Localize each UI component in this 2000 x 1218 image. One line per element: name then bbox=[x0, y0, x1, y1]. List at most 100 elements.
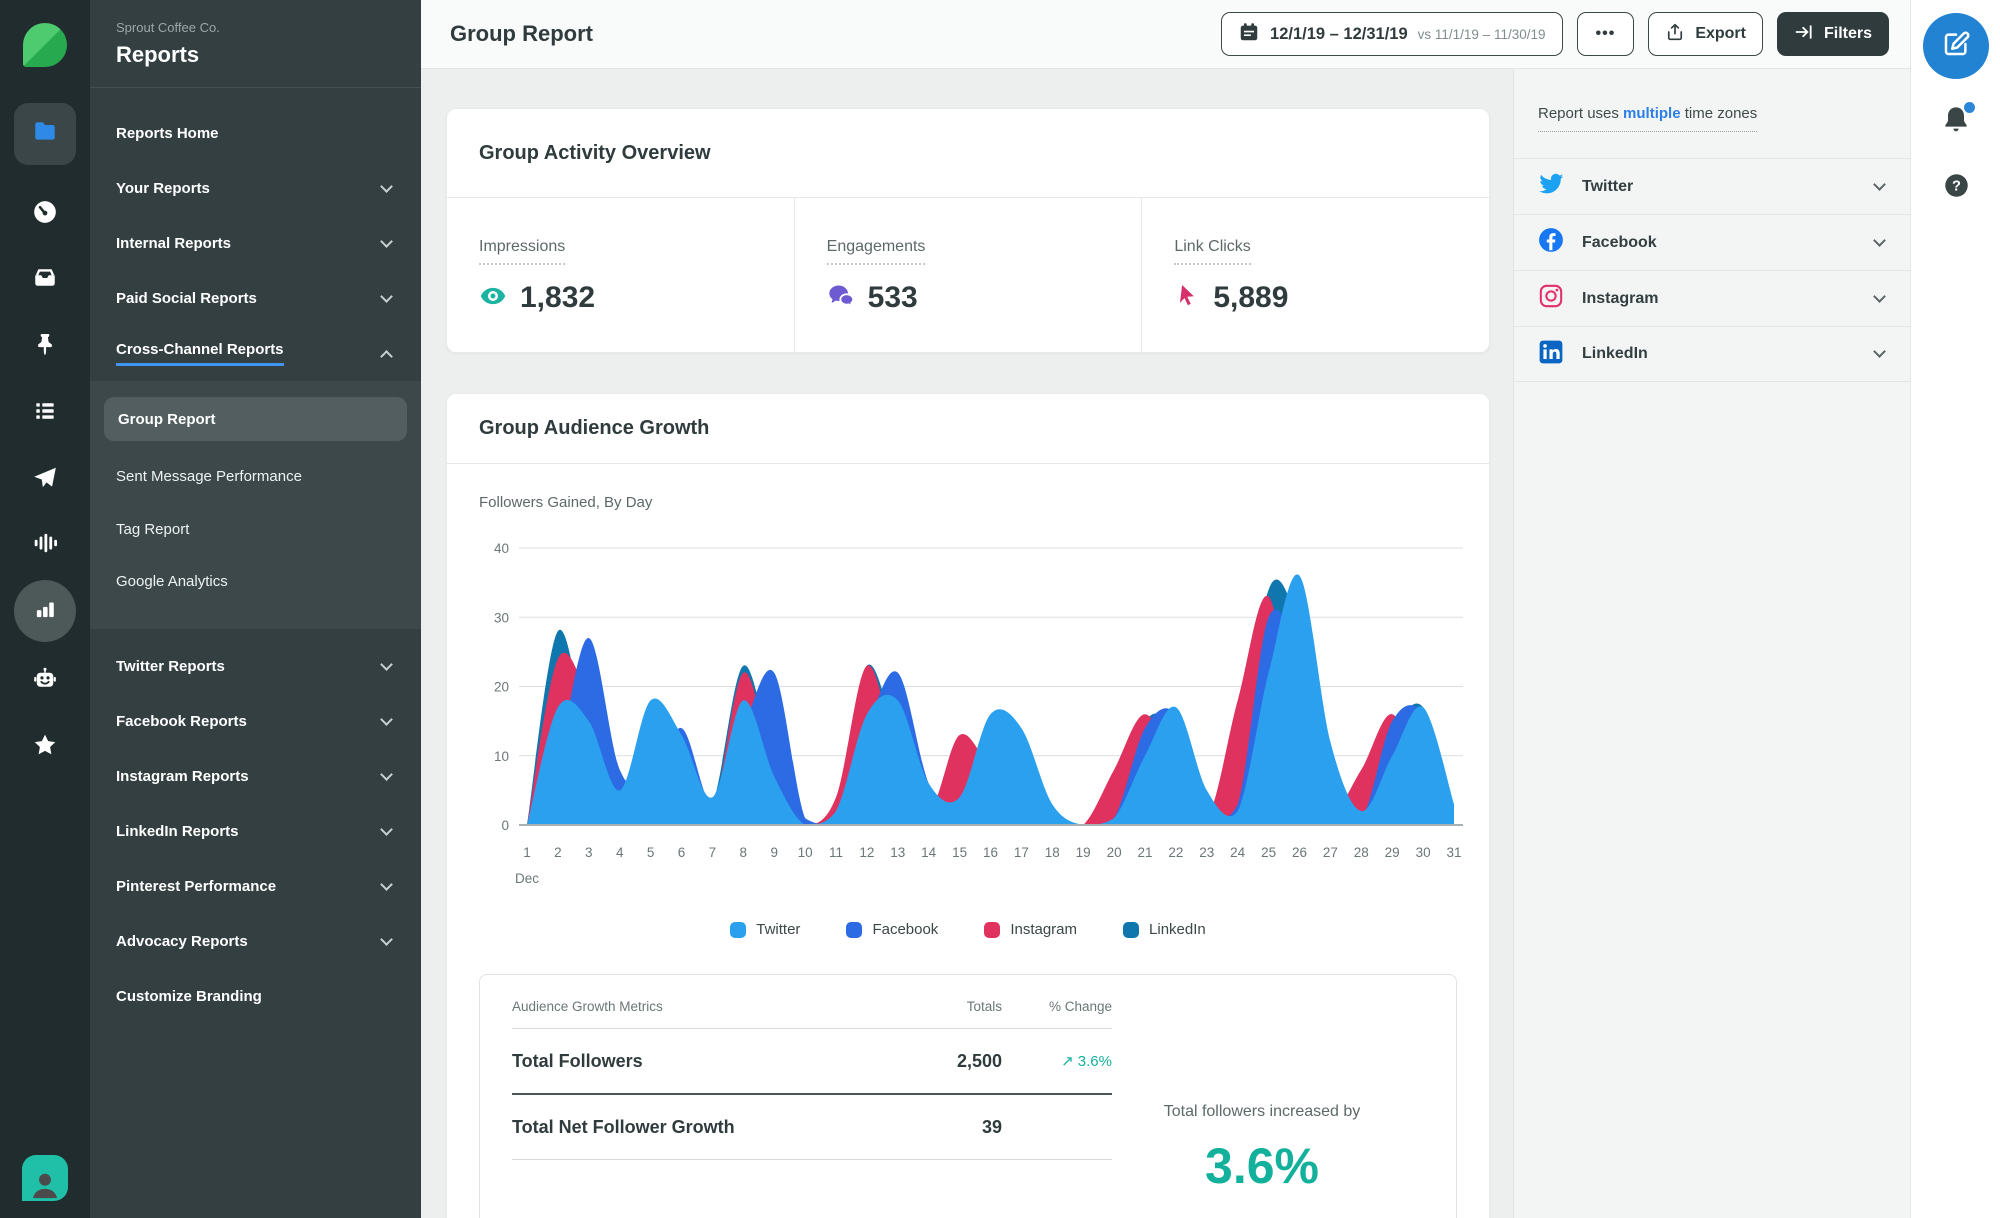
svg-text:30: 30 bbox=[494, 610, 509, 625]
rail-robot-button[interactable] bbox=[32, 666, 58, 697]
metric-label[interactable]: Impressions bbox=[479, 238, 566, 265]
metric-impressions: Impressions 1,832 bbox=[447, 198, 794, 353]
sidebar-item-linkedin-reports[interactable]: LinkedIn Reports bbox=[90, 804, 421, 859]
rail-bar-chart-button[interactable] bbox=[14, 580, 76, 642]
timezone-multiple-link[interactable]: multiple bbox=[1623, 105, 1681, 122]
sidebar-subitem-group-report[interactable]: Group Report bbox=[104, 397, 407, 441]
rail-list-button[interactable] bbox=[32, 398, 58, 429]
sidebar-item-your-reports[interactable]: Your Reports bbox=[90, 161, 421, 216]
rail-star-button[interactable] bbox=[32, 732, 58, 763]
timezone-note-prefix: Report uses bbox=[1538, 105, 1624, 122]
svg-text:8: 8 bbox=[740, 845, 748, 860]
svg-text:9: 9 bbox=[770, 845, 778, 860]
page-title: Group Report bbox=[450, 21, 593, 46]
sidebar-item-label: Paid Social Reports bbox=[116, 290, 257, 307]
sidebar-subitem-google-analytics[interactable]: Google Analytics bbox=[90, 559, 421, 603]
cursor-icon bbox=[1174, 283, 1200, 314]
network-row-twitter[interactable]: Twitter bbox=[1514, 158, 1910, 214]
sidebar-item-advocacy-reports[interactable]: Advocacy Reports bbox=[90, 914, 421, 969]
network-row-linkedin[interactable]: LinkedIn bbox=[1514, 326, 1910, 382]
chevron-down-icon bbox=[380, 932, 393, 946]
sidebar-subitem-tag-report[interactable]: Tag Report bbox=[90, 507, 421, 551]
svg-text:19: 19 bbox=[1076, 845, 1091, 860]
rail-inbox-button[interactable] bbox=[32, 265, 58, 296]
calendar-icon bbox=[1238, 21, 1260, 48]
table-header-metrics: Audience Growth Metrics bbox=[512, 999, 663, 1014]
network-row-facebook[interactable]: Facebook bbox=[1514, 214, 1910, 270]
sidebar-item-label: Cross-Channel Reports bbox=[116, 341, 284, 366]
legend-item-facebook: Facebook bbox=[846, 921, 938, 938]
legend-label: Twitter bbox=[756, 921, 801, 938]
metric-engagements: Engagements 533 bbox=[793, 198, 1142, 353]
sidebar-subitem-label: Google Analytics bbox=[116, 572, 228, 590]
chevron-down-icon bbox=[380, 289, 393, 303]
filters-label: Filters bbox=[1823, 25, 1872, 42]
sidebar-item-label: Advocacy Reports bbox=[116, 933, 248, 950]
svg-text:10: 10 bbox=[798, 845, 813, 860]
sidebar-item-customize-branding[interactable]: Customize Branding bbox=[90, 969, 421, 1024]
sidebar-subitem-label: Sent Message Performance bbox=[116, 467, 302, 485]
sidebar-item-reports-home[interactable]: Reports Home bbox=[90, 106, 421, 161]
overview-metrics-row: Impressions 1,832 Engagements 533 Link Click… bbox=[447, 198, 1489, 353]
export-button[interactable]: Export bbox=[1648, 12, 1763, 56]
user-avatar-image bbox=[22, 1155, 68, 1201]
facebook-icon bbox=[1538, 227, 1564, 258]
rail-gauge-button[interactable] bbox=[32, 199, 58, 230]
svg-text:28: 28 bbox=[1354, 845, 1369, 860]
legend-swatch bbox=[846, 921, 863, 938]
table-row: Total Net Follower Growth 39 bbox=[512, 1095, 1112, 1159]
sidebar-nav-bottom: Twitter Reports Facebook Reports Instagram… bbox=[90, 629, 421, 1024]
filters-icon bbox=[1794, 22, 1814, 47]
network-row-instagram[interactable]: Instagram bbox=[1514, 270, 1910, 326]
svg-text:12: 12 bbox=[859, 845, 874, 860]
gauge-icon bbox=[32, 199, 58, 230]
help-button[interactable]: ? bbox=[1943, 172, 1970, 204]
rail-folder-button[interactable] bbox=[14, 103, 76, 165]
sidebar-subitem-label: Tag Report bbox=[116, 520, 190, 538]
rail-paper-plane-button[interactable] bbox=[32, 465, 58, 496]
cross-channel-submenu: Group Report Sent Message Performance Tag … bbox=[90, 381, 421, 629]
sidebar-item-cross-channel-reports[interactable]: Cross-Channel Reports bbox=[90, 326, 421, 381]
chevron-down-icon bbox=[380, 767, 393, 781]
folder-icon bbox=[32, 119, 58, 150]
sidebar-item-pinterest-performance[interactable]: Pinterest Performance bbox=[90, 859, 421, 914]
more-actions-button[interactable]: ••• bbox=[1576, 12, 1635, 56]
star-icon bbox=[32, 732, 58, 763]
sidebar-item-paid-social-reports[interactable]: Paid Social Reports bbox=[90, 271, 421, 326]
metric-label[interactable]: Link Clicks bbox=[1174, 238, 1251, 265]
active-circle-highlight bbox=[14, 580, 76, 642]
sprout-logo[interactable] bbox=[23, 23, 67, 67]
svg-text:23: 23 bbox=[1199, 845, 1214, 860]
filters-button[interactable]: Filters bbox=[1776, 12, 1889, 56]
sidebar-item-internal-reports[interactable]: Internal Reports bbox=[90, 216, 421, 271]
sidebar-subitem-sent-message-performance[interactable]: Sent Message Performance bbox=[90, 455, 330, 499]
rail-waveform-button[interactable] bbox=[32, 530, 58, 561]
export-label: Export bbox=[1695, 25, 1746, 42]
rail-pin-button[interactable] bbox=[32, 331, 58, 362]
notifications-button[interactable] bbox=[1940, 102, 1975, 141]
network-label: Instagram bbox=[1582, 289, 1659, 307]
avatar[interactable] bbox=[22, 1155, 68, 1201]
svg-text:11: 11 bbox=[829, 845, 843, 860]
chevron-down-icon bbox=[1873, 345, 1886, 358]
chat-bubbles-icon bbox=[827, 282, 855, 315]
metric-label[interactable]: Engagements bbox=[826, 238, 926, 265]
sidebar-item-instagram-reports[interactable]: Instagram Reports bbox=[90, 749, 421, 804]
legend-item-linkedin: LinkedIn bbox=[1123, 921, 1206, 938]
date-range-button[interactable]: 12/1/19 – 12/31/19 vs 11/1/19 – 11/30/19 bbox=[1221, 12, 1563, 56]
waveform-icon bbox=[32, 530, 58, 561]
table-header-change: % Change bbox=[1048, 999, 1112, 1014]
sidebar-item-facebook-reports[interactable]: Facebook Reports bbox=[90, 694, 421, 749]
sidebar-item-twitter-reports[interactable]: Twitter Reports bbox=[90, 639, 421, 694]
company-name: Sprout Coffee Co. bbox=[116, 20, 220, 35]
sidebar-item-label: Twitter Reports bbox=[116, 658, 225, 675]
svg-text:27: 27 bbox=[1323, 845, 1338, 860]
question-mark-icon: ? bbox=[1945, 174, 1968, 197]
sidebar-header: Sprout Coffee Co. Reports bbox=[90, 0, 421, 88]
growth-card-title: Group Audience Growth bbox=[479, 417, 710, 439]
compose-button[interactable] bbox=[1923, 13, 1989, 79]
report-content: Group Activity Overview Impressions 1,832… bbox=[421, 69, 1513, 1218]
svg-text:17: 17 bbox=[1014, 845, 1029, 860]
row-total: 39 bbox=[981, 1116, 1002, 1137]
chevron-down-icon bbox=[380, 877, 393, 891]
